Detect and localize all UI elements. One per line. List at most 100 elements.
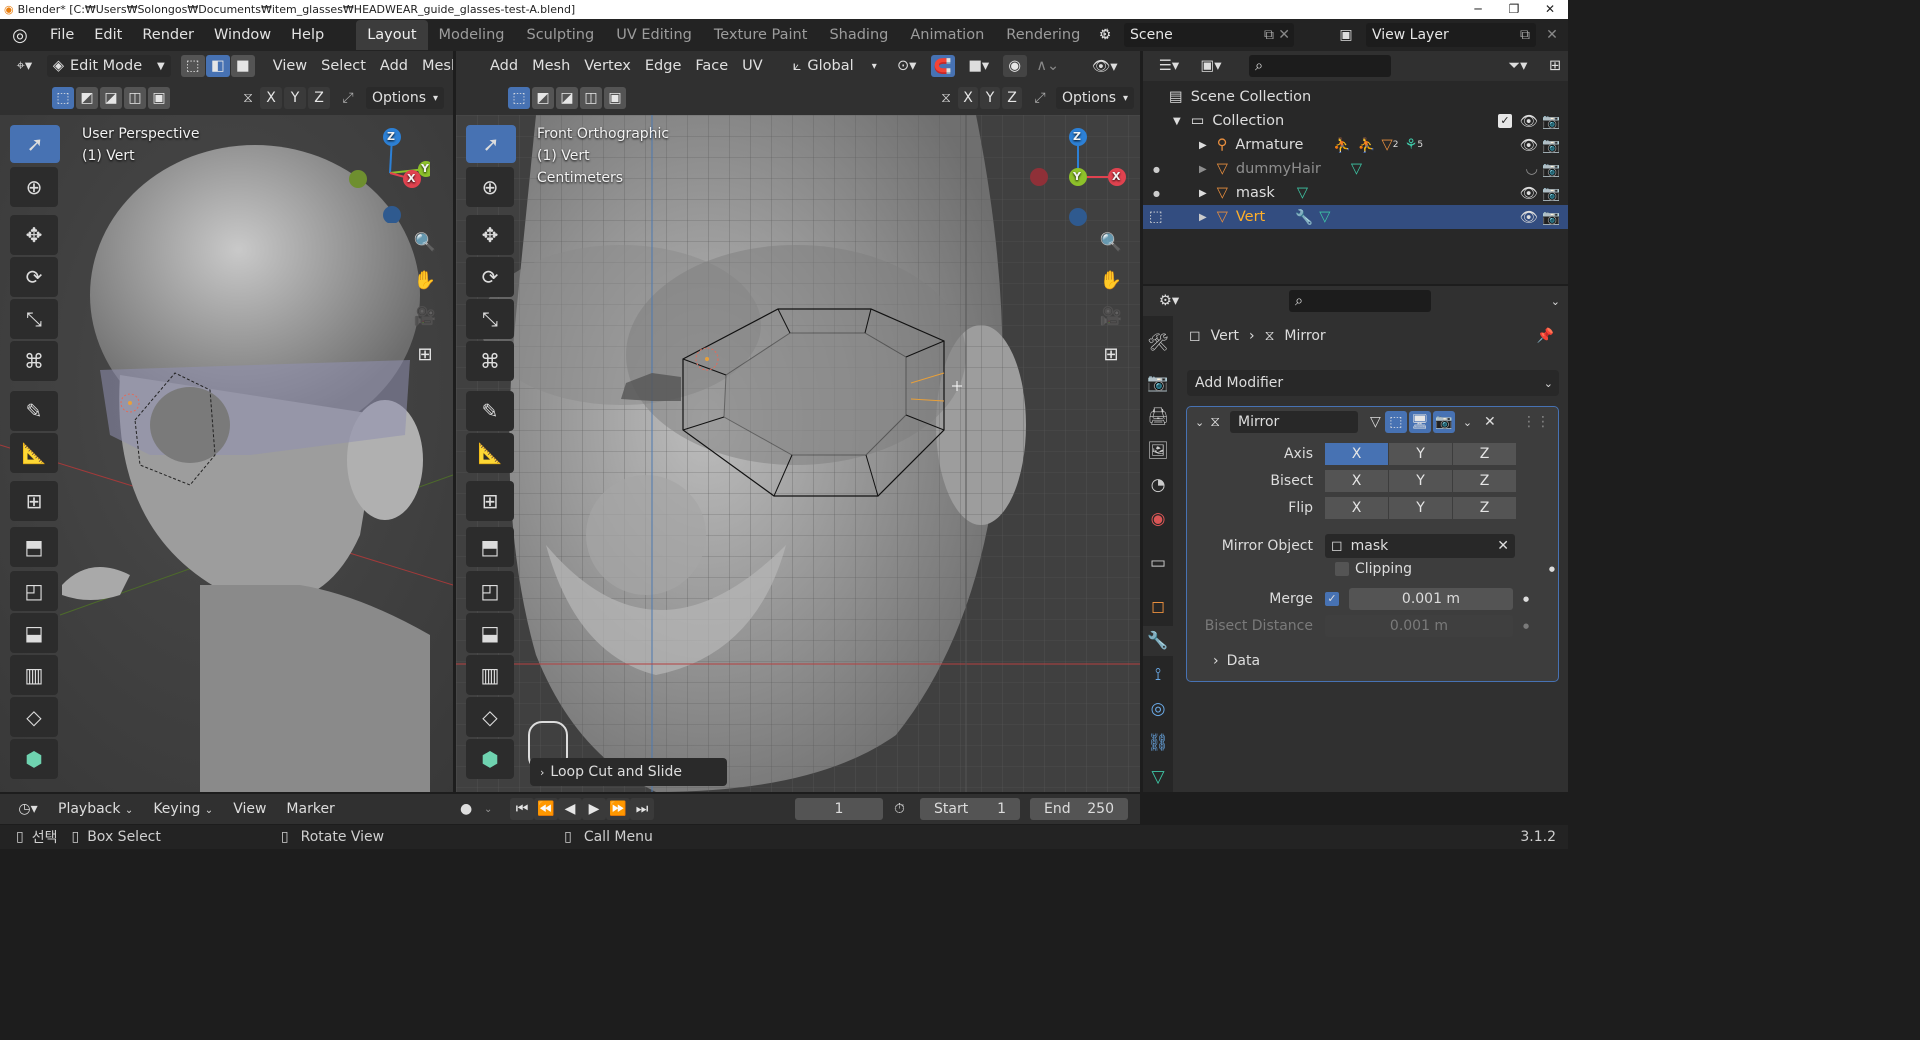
tool-extrude[interactable]: ⬒ [466,527,514,567]
scene-tab-icon[interactable]: ◔ [1143,470,1173,500]
eye-hidden-icon[interactable]: ◡ [1525,161,1538,177]
eye-icon[interactable]: 👁 [1520,209,1538,226]
world-tab-icon[interactable]: ◉ [1143,504,1173,534]
snap-target-icon[interactable]: ■▾ [961,58,997,74]
merge-checkbox[interactable]: ✓ [1325,592,1339,606]
axis-y-toggle[interactable]: Y [1389,443,1452,465]
bisect-y-toggle[interactable]: Y [1389,470,1452,492]
editor-type-icon[interactable]: ⚙▾ [1151,293,1187,309]
menu-mesh[interactable]: Mesh [418,58,453,74]
pivot-icon[interactable]: ⊙▾ [889,58,925,74]
tool-annotate[interactable]: ✎ [466,391,514,431]
outliner-search-input[interactable]: ⌕ [1249,55,1391,77]
select-subtract-icon[interactable]: ◪ [556,87,578,109]
bisect-distance-field[interactable]: 0.001 m [1325,615,1513,637]
view-layer-browse-icon[interactable]: ▣ [1330,23,1362,47]
remove-view-layer-icon[interactable]: ✕ [1540,23,1564,47]
viewport-main[interactable]: Add Mesh Vertex Edge Face UV ⟀ Global ▾ … [456,51,1140,792]
tool-scale[interactable]: ⤡ [10,299,58,339]
tool-scale[interactable]: ⤡ [466,299,514,339]
ortho-grid-icon[interactable]: ⊞ [1096,339,1126,369]
drag-handle-icon[interactable]: ⋮⋮ [1522,414,1550,430]
collection-tab-icon[interactable]: ▭ [1143,548,1173,578]
close-window-button[interactable]: ✕ [1532,0,1568,19]
outliner-item-mask[interactable]: ● ▶ ▽ mask ▽ 👁 📷 [1143,181,1568,205]
flip-z-toggle[interactable]: Z [1453,497,1516,519]
snap-toggle-icon[interactable]: 🧲 [930,55,955,77]
expand-icon[interactable]: ▶ [1199,188,1207,199]
zoom-icon[interactable]: 🔍 [410,227,440,257]
bisect-z-toggle[interactable]: Z [1453,470,1516,492]
jump-start-icon[interactable]: ⏮ [510,798,534,820]
ortho-grid-icon[interactable]: ⊞ [410,339,440,369]
tool-rotate[interactable]: ⟳ [10,257,58,297]
mirror-z-toggle[interactable]: Z [308,87,330,109]
flip-x-toggle[interactable]: X [1325,497,1388,519]
tool-move[interactable]: ✥ [466,215,514,255]
modifier-name-field[interactable]: Mirror [1230,411,1359,433]
add-modifier-dropdown[interactable]: Add Modifier ⌄ [1187,370,1559,396]
chevron-down-icon[interactable]: ⌄ [484,804,492,815]
tab-uv-editing[interactable]: UV Editing [605,20,703,50]
menu-select[interactable]: Select [317,58,370,74]
keyframe-dot-icon[interactable]: ● [1549,565,1555,573]
maximize-button[interactable]: ❐ [1496,0,1532,19]
camera-icon[interactable]: 🎥 [1096,301,1126,331]
physics-tab-icon[interactable]: ◎ [1143,694,1173,724]
merge-distance-field[interactable]: 0.001 m [1349,588,1513,610]
data-subpanel[interactable]: › Data [1213,653,1260,669]
tool-inset[interactable]: ◰ [466,571,514,611]
tool-bevel[interactable]: ⬓ [466,613,514,653]
data-tab-icon[interactable]: ▽ [1143,762,1173,792]
particles-tab-icon[interactable]: ⟟ [1143,660,1173,690]
left-nav-gizmo[interactable] [340,123,430,223]
edge-select-button[interactable]: ◧ [205,55,230,77]
tool-select-box[interactable]: ➚ [10,125,60,163]
flip-y-toggle[interactable]: Y [1389,497,1452,519]
camera-render-icon[interactable]: 📷 [1542,113,1560,130]
eye-icon[interactable]: 👁 [1520,137,1538,154]
end-frame-field[interactable]: End 250 [1030,798,1128,820]
viewport-main-canvas[interactable]: ➚ ⊕ ✥ ⟳ ⤡ ⌘ ✎ 📐 ⊞ ⬒ ◰ ⬓ ▥ ◇ ⬢ Front Orth… [456,115,1140,792]
tab-animation[interactable]: Animation [899,20,995,50]
remove-scene-icon[interactable]: ✕ [1278,27,1290,43]
select-box-mode-icon[interactable]: ⬚ [508,87,530,109]
face-select-button[interactable]: ■ [230,55,255,77]
axis-x-toggle[interactable]: X [1325,443,1388,465]
select-box-mode-icon[interactable]: ⬚ [52,87,74,109]
last-operator-panel[interactable]: › Loop Cut and Slide [530,758,727,786]
new-collection-icon[interactable]: ⊞ [1542,58,1568,74]
tool-rotate[interactable]: ⟳ [466,257,514,297]
mirror-x-toggle[interactable]: X [260,87,282,109]
select-invert-icon[interactable]: ◫ [580,87,602,109]
mirror-object-field[interactable]: ◻ mask ✕ [1325,534,1515,558]
keyframe-dot-icon[interactable]: ● [1523,595,1529,603]
pan-hand-icon[interactable]: ✋ [1096,265,1126,295]
collection-row[interactable]: ▼ ▭ Collection ✓ 👁 📷 [1143,109,1568,133]
render-tab-icon[interactable]: 📷 [1143,368,1173,398]
menu-add[interactable]: Add [376,58,412,74]
collection-checkbox[interactable]: ✓ [1498,114,1512,128]
stopwatch-icon[interactable]: ⏱ [894,801,905,817]
tool-poly-build[interactable]: ⬢ [10,739,58,779]
snap-icon[interactable]: ⤢ [336,90,360,106]
tool-add-cube[interactable]: ⊞ [466,481,514,521]
menu-help[interactable]: Help [281,27,334,43]
chevron-down-icon[interactable]: ⌄ [1551,295,1560,308]
outliner-item-dummyhair[interactable]: ● ▶ ▽ dummyHair ▽ ◡ 📷 [1143,157,1568,181]
menu-render[interactable]: Render [132,27,204,43]
select-subtract-icon[interactable]: ◪ [100,87,122,109]
clear-icon[interactable]: ✕ [1497,538,1509,554]
options-dropdown[interactable]: Options ▾ [1056,87,1134,109]
menu-keying[interactable]: Keying ⌄ [145,801,221,817]
menu-view[interactable]: View [269,58,311,74]
menu-face[interactable]: Face [691,58,732,74]
editor-type-icon[interactable]: ⌖▾ [8,55,41,77]
tool-knife[interactable]: ◇ [466,697,514,737]
proportional-edit-icon[interactable]: ◉ [1002,55,1027,77]
tab-layout[interactable]: Layout [356,20,428,50]
output-tab-icon[interactable]: 🖨 [1143,402,1173,432]
jump-end-icon[interactable]: ⏭ [630,798,654,820]
eye-icon[interactable]: 👁 [1520,185,1538,202]
menu-timeline-view[interactable]: View [225,801,274,817]
